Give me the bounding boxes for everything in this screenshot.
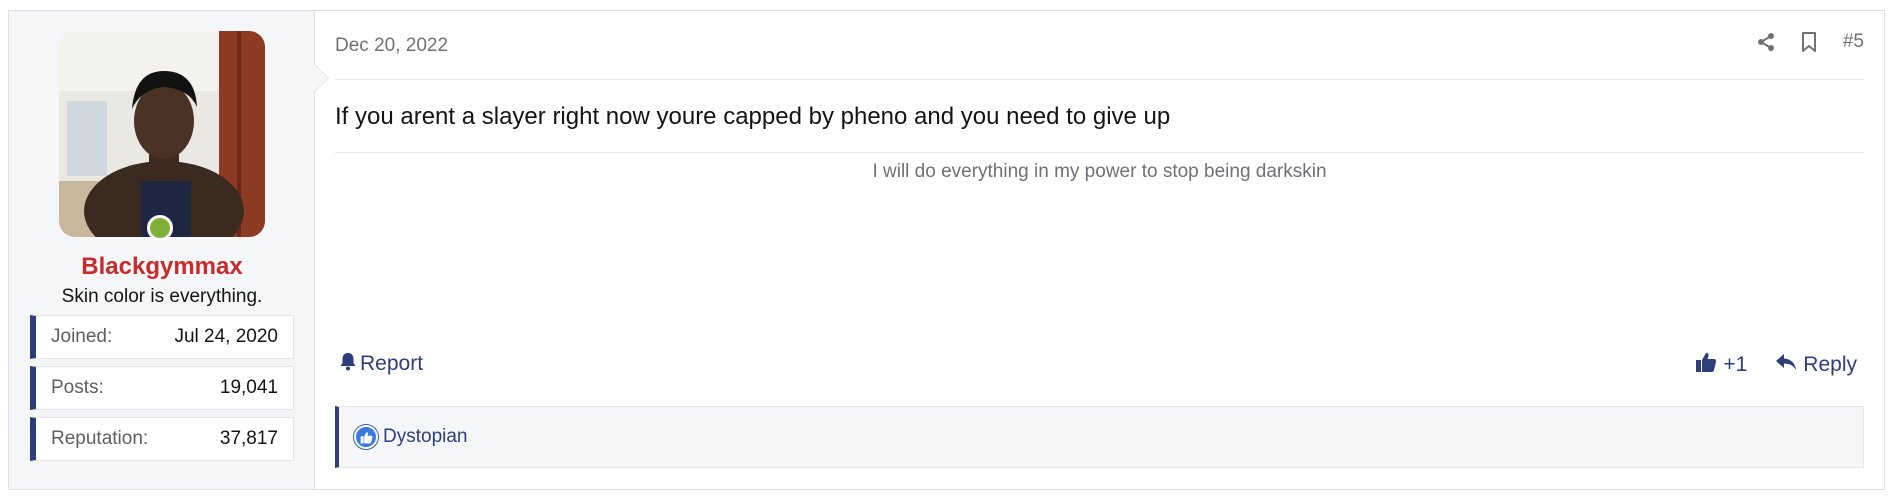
reply-label: Reply bbox=[1803, 353, 1857, 376]
like-reaction-icon bbox=[354, 425, 378, 449]
post-footer-actions: +1 Reply bbox=[1695, 351, 1857, 379]
divider bbox=[335, 79, 1864, 80]
username[interactable]: Blackgymmax bbox=[9, 253, 315, 281]
stat-value: Jul 24, 2020 bbox=[174, 326, 278, 347]
stat-label: Joined: bbox=[51, 326, 113, 347]
stat-joined: Joined: Jul 24, 2020 bbox=[30, 315, 294, 359]
user-sidebar: Blackgymmax Skin color is everything. Jo… bbox=[9, 11, 329, 489]
stat-reputation: Reputation: 37,817 bbox=[30, 417, 294, 461]
signature-divider bbox=[335, 152, 1864, 153]
online-status-indicator bbox=[147, 215, 173, 241]
stat-posts: Posts: 19,041 bbox=[30, 366, 294, 410]
user-stats: Joined: Jul 24, 2020 Posts: 19,041 Reput… bbox=[30, 315, 294, 468]
user-title: Skin color is everything. bbox=[61, 286, 263, 307]
message-area: Dec 20, 2022 #5 If you arent a slayer ri… bbox=[315, 11, 1884, 489]
share-icon[interactable] bbox=[1757, 32, 1775, 52]
user-signature: I will do everything in my power to stop… bbox=[872, 161, 1327, 182]
bell-icon bbox=[339, 351, 357, 377]
bookmark-icon[interactable] bbox=[1801, 32, 1817, 52]
reply-icon bbox=[1775, 353, 1797, 377]
like-button[interactable]: +1 bbox=[1695, 351, 1747, 379]
forum-post: Blackgymmax Skin color is everything. Jo… bbox=[8, 10, 1885, 490]
avatar[interactable] bbox=[59, 31, 265, 237]
post-number[interactable]: #5 bbox=[1843, 31, 1864, 53]
stat-label: Reputation: bbox=[51, 428, 149, 449]
reply-button[interactable]: Reply bbox=[1775, 353, 1857, 377]
stat-value: 37,817 bbox=[219, 428, 278, 449]
post-header-actions: #5 bbox=[1757, 31, 1864, 53]
stat-value[interactable]: 19,041 bbox=[220, 377, 278, 399]
stat-label: Posts: bbox=[51, 377, 104, 398]
thumbs-up-icon bbox=[1695, 351, 1717, 379]
post-date[interactable]: Dec 20, 2022 bbox=[335, 35, 448, 57]
report-button[interactable]: Report bbox=[339, 351, 423, 377]
reaction-user[interactable]: Dystopian bbox=[383, 426, 468, 448]
report-label: Report bbox=[360, 352, 424, 375]
like-label: +1 bbox=[1723, 353, 1748, 376]
post-message: If you arent a slayer right now youre ca… bbox=[335, 103, 1171, 130]
reactions-bar[interactable]: Dystopian bbox=[335, 406, 1864, 468]
